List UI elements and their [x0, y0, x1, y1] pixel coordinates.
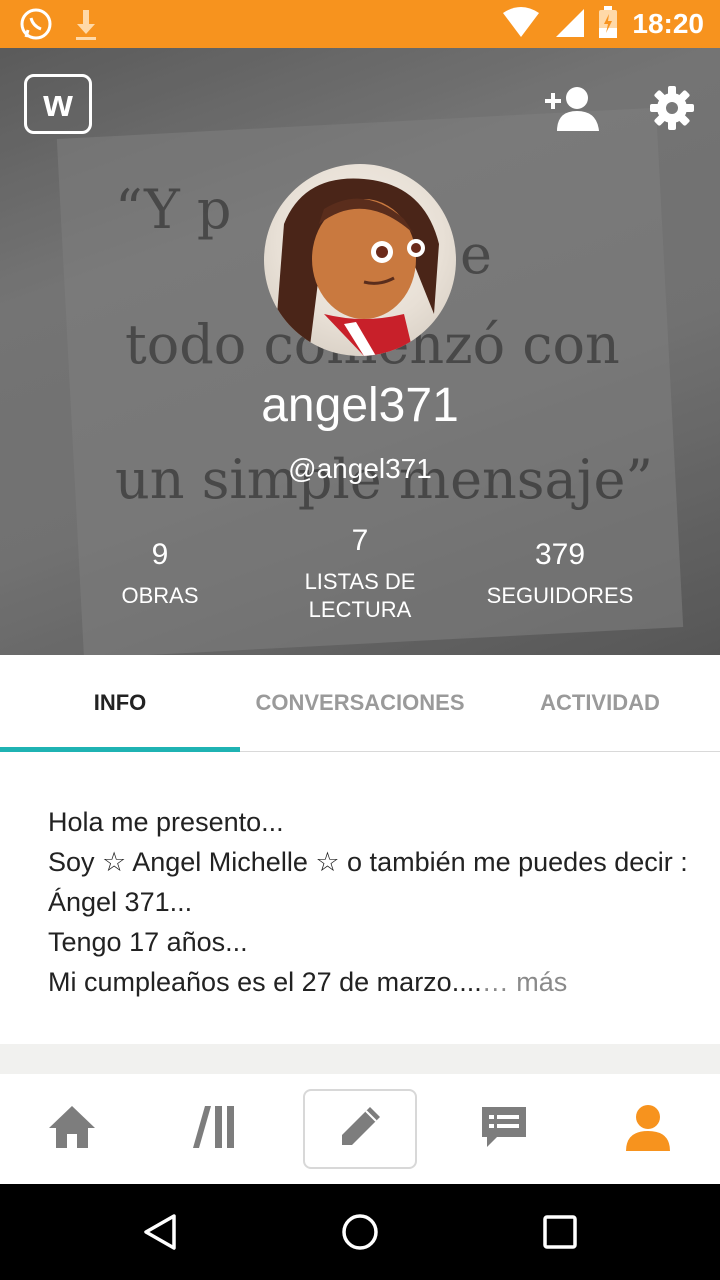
stat-works[interactable]: 9 OBRAS [50, 538, 270, 610]
home-icon [47, 1104, 97, 1155]
stat-reading-lists-number: 7 [351, 524, 369, 557]
stat-followers-label: SEGUIDORES [486, 583, 634, 608]
recents-square-icon[interactable] [500, 1184, 620, 1280]
messages-icon [479, 1104, 529, 1155]
stat-works-label: OBRAS [121, 583, 199, 608]
stat-reading-lists-label: LISTAS DE LECTURA [304, 569, 416, 622]
stat-works-number: 9 [151, 538, 169, 571]
system-navigation-bar [0, 1184, 720, 1280]
nav-library[interactable] [144, 1074, 288, 1184]
write-pencil-icon [336, 1103, 384, 1156]
nav-profile[interactable] [576, 1074, 720, 1184]
home-circle-icon[interactable] [300, 1184, 420, 1280]
whatsapp-icon [18, 6, 54, 47]
signal-icon [554, 7, 585, 42]
profile-username: angel371 [261, 379, 459, 432]
bio-text: Hola me presento... Soy ☆ Angel Michelle… [48, 802, 688, 1002]
profile-icon [623, 1103, 673, 1156]
info-panel: Hola me presento... Soy ☆ Angel Michelle… [0, 752, 720, 1044]
bio-line: Hola me presento... [48, 807, 284, 837]
nav-home[interactable] [0, 1074, 144, 1184]
download-icon [72, 6, 100, 47]
avatar[interactable] [264, 164, 456, 356]
bottom-navigation [0, 1074, 720, 1184]
tab-activity[interactable]: ACTIVIDAD [480, 655, 720, 751]
profile-handle: @angel371 [288, 453, 432, 484]
stat-followers[interactable]: 379 SEGUIDORES [450, 538, 670, 610]
back-icon[interactable] [100, 1184, 220, 1280]
more-link[interactable]: … más [482, 967, 568, 997]
stat-reading-lists[interactable]: 7 LISTAS DE LECTURA [250, 524, 470, 624]
bio-line: Tengo 17 años... [48, 927, 248, 957]
section-separator [0, 1044, 720, 1075]
stat-followers-number: 379 [534, 538, 586, 571]
wifi-icon [502, 6, 540, 42]
library-icon [191, 1104, 241, 1155]
settings-gear-icon[interactable] [642, 78, 702, 138]
bio-line: Soy ☆ Angel Michelle ☆ o también me pued… [48, 847, 688, 917]
follow-user-icon[interactable] [542, 78, 602, 138]
bio-line-last: Mi cumpleaños es el 27 de marzo....… más [48, 967, 568, 997]
status-time: 18:20 [632, 8, 704, 39]
nav-messages[interactable] [432, 1074, 576, 1184]
profile-header: “Y p e todo comenzó con un simple mensaj… [0, 48, 720, 655]
battery-icon [598, 5, 618, 43]
tab-info[interactable]: INFO [0, 655, 240, 751]
status-bar: 18:20 [0, 0, 720, 48]
nav-write[interactable] [288, 1074, 432, 1184]
tab-conversations[interactable]: CONVERSACIONES [240, 655, 480, 751]
profile-tabs: INFO CONVERSACIONES ACTIVIDAD [0, 655, 720, 753]
wattpad-logo[interactable]: w [24, 74, 92, 134]
